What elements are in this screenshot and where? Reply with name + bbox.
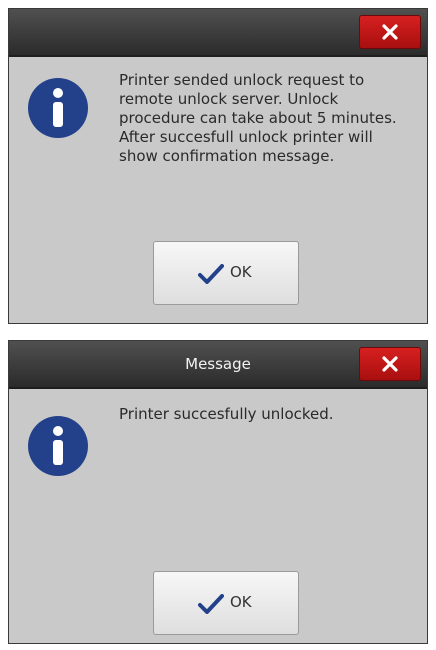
- check-icon: [198, 264, 224, 284]
- unlock-request-dialog: Printer sended unlock request to remote …: [8, 8, 428, 324]
- dialog-message: Printer succesfully unlocked.: [119, 405, 334, 423]
- close-button[interactable]: [359, 347, 421, 381]
- ok-button[interactable]: OK: [153, 241, 299, 305]
- close-icon: [382, 356, 398, 372]
- ok-button[interactable]: OK: [153, 571, 299, 635]
- dialog-titlebar: [9, 9, 427, 57]
- unlock-confirmation-dialog: Message Printer succesfully unlocked. OK: [8, 340, 428, 644]
- dialog-message: Printer sended unlock request to remote …: [119, 71, 397, 165]
- info-icon: [28, 416, 88, 476]
- dialog-titlebar: Message: [9, 341, 427, 389]
- ok-button-label: OK: [230, 263, 252, 281]
- close-button[interactable]: [359, 15, 421, 49]
- ok-button-label: OK: [230, 593, 252, 611]
- close-icon: [382, 24, 398, 40]
- check-icon: [198, 594, 224, 614]
- info-icon: [28, 78, 88, 138]
